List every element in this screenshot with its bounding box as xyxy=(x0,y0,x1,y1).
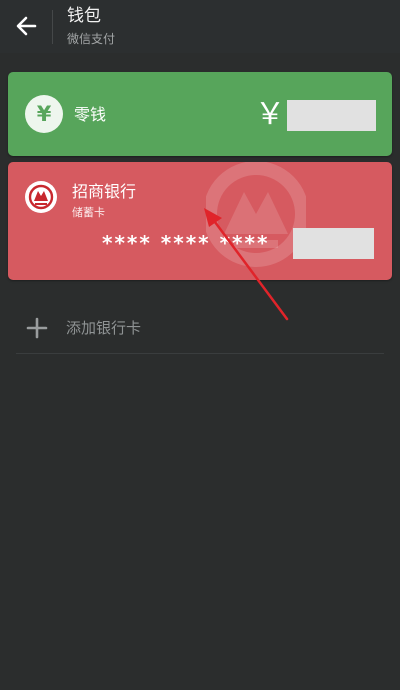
yen-coin-icon: ¥ xyxy=(25,95,63,133)
change-card[interactable]: ¥ 零钱 ￥ xyxy=(8,72,392,156)
plus-icon xyxy=(26,317,48,339)
card-number-masked: **** **** **** xyxy=(102,231,270,255)
page-title: 钱包 xyxy=(67,6,101,26)
title-divider xyxy=(52,10,53,44)
page-subtitle: 微信支付 xyxy=(67,32,116,46)
bank-watermark-icon xyxy=(206,162,306,267)
back-button[interactable] xyxy=(8,7,44,45)
currency-symbol: ￥ xyxy=(255,97,285,132)
add-bank-card-button[interactable]: 添加银行卡 xyxy=(8,304,392,352)
bank-card[interactable]: 招商银行 储蓄卡 **** **** **** xyxy=(8,162,392,280)
divider xyxy=(16,353,384,354)
add-bank-card-label: 添加银行卡 xyxy=(66,319,142,337)
balance-masked xyxy=(287,100,376,131)
app-bar: 钱包 微信支付 xyxy=(0,0,400,53)
change-label: 零钱 xyxy=(74,105,107,124)
cmb-bank-logo-icon xyxy=(25,181,57,213)
bank-name: 招商银行 xyxy=(72,182,137,201)
arrow-left-icon xyxy=(16,16,37,36)
card-tail-masked xyxy=(293,228,374,259)
card-type: 储蓄卡 xyxy=(72,206,105,219)
